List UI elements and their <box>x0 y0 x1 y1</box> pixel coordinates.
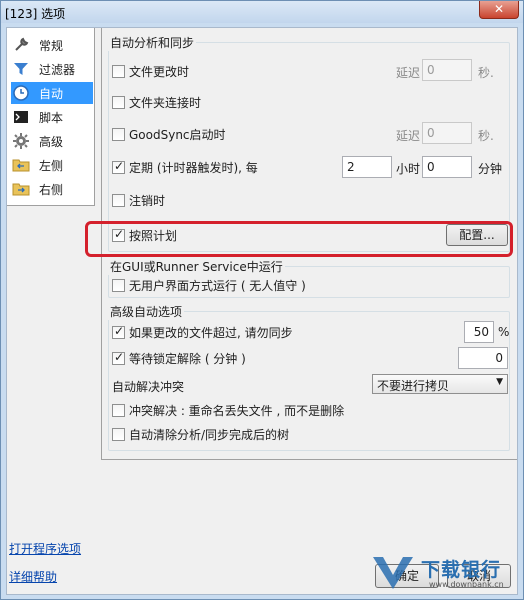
sidebar-item-advanced[interactable]: 高级 <box>11 130 93 152</box>
sidebar-item-auto[interactable]: 自动 <box>11 82 93 104</box>
periodic-hours-input[interactable]: 2 <box>342 156 392 178</box>
file-change-delay-unit: 秒. <box>478 66 494 80</box>
client-area: 常规 过滤器 自动 脚本 高级 左侧 右侧 打开程序选项 详细帮助 自动分析和同… <box>6 27 518 595</box>
changed-files-label: 如果更改的文件超过, 请勿同步 <box>129 325 293 340</box>
highlight-annotation <box>85 221 513 257</box>
wait-lock-checkbox[interactable] <box>112 350 125 365</box>
on-goodsync-start-checkbox[interactable] <box>112 127 125 141</box>
on-logoff-option[interactable]: 注销时 <box>112 189 165 211</box>
watermark-url: www.downbank.cn <box>429 580 504 589</box>
detailed-help-link[interactable]: 详细帮助 <box>9 568 57 585</box>
sidebar-item-label: 右侧 <box>39 182 64 197</box>
sidebar-item-label: 自动 <box>39 86 64 101</box>
changed-files-percent-unit: % <box>498 325 510 339</box>
on-folder-connect-label: 文件夹连接时 <box>129 95 202 110</box>
file-change-delay-label: 延迟 <box>396 66 421 80</box>
on-file-change-checkbox[interactable] <box>112 64 125 78</box>
changed-files-percent-input[interactable]: 50 <box>464 321 494 343</box>
conflict-resolve-label: 自动解决冲突 <box>112 380 185 394</box>
sidebar-item-filters[interactable]: 过滤器 <box>11 58 93 80</box>
sidebar-item-label: 脚本 <box>39 110 64 125</box>
open-program-options-link[interactable]: 打开程序选项 <box>9 540 81 557</box>
folder-right-icon <box>11 180 31 198</box>
sidebar-item-label: 左侧 <box>39 158 64 173</box>
auto-sync-title: 自动分析和同步 <box>108 34 197 51</box>
folder-left-icon <box>11 156 31 174</box>
funnel-icon <box>11 60 31 78</box>
file-change-delay-input[interactable]: 0 <box>422 59 472 81</box>
goodsync-start-delay-label: 延迟 <box>396 129 421 143</box>
close-button[interactable]: ✕ <box>479 1 519 19</box>
auto-clear-option[interactable]: 自动清除分析/同步完成后的树 <box>112 423 289 445</box>
sidebar-item-general[interactable]: 常规 <box>11 34 93 56</box>
on-file-change-label: 文件更改时 <box>129 64 190 79</box>
goodsync-start-delay-input[interactable]: 0 <box>422 122 472 144</box>
wait-lock-label: 等待锁定解除 ( 分钟 ) <box>129 351 246 366</box>
sidebar: 常规 过滤器 自动 脚本 高级 左侧 右侧 <box>7 28 95 206</box>
chevron-down-icon: ▼ <box>496 377 503 387</box>
auto-clear-label: 自动清除分析/同步完成后的树 <box>129 427 290 442</box>
window-title: [123] 选项 <box>5 7 66 21</box>
periodic-minutes-input[interactable]: 0 <box>422 156 472 178</box>
periodic-label: 定期 (计时器触发时), 每 <box>129 160 258 175</box>
sidebar-item-right[interactable]: 右侧 <box>11 178 93 200</box>
options-window: [123] 选项 ✕ 常规 过滤器 自动 脚本 高级 左侧 右侧 打开程序选项 … <box>0 0 524 600</box>
wrench-icon <box>11 36 31 54</box>
unattended-option[interactable]: 无用户界面方式运行 ( 无人值守 ) <box>112 274 306 296</box>
advanced-auto-title: 高级自动选项 <box>108 303 185 320</box>
changed-files-checkbox[interactable] <box>112 324 125 339</box>
on-folder-connect-option[interactable]: 文件夹连接时 <box>112 91 201 113</box>
on-goodsync-start-label: GoodSync启动时 <box>129 127 226 142</box>
unattended-checkbox[interactable] <box>112 278 125 292</box>
on-logoff-checkbox[interactable] <box>112 193 125 207</box>
sidebar-item-label: 过滤器 <box>39 62 76 77</box>
clock-icon <box>11 84 31 102</box>
wait-lock-minutes-input[interactable]: 0 <box>458 347 508 369</box>
sidebar-item-left[interactable]: 左侧 <box>11 154 93 176</box>
goodsync-start-delay-unit: 秒. <box>478 129 494 143</box>
on-file-change-option[interactable]: 文件更改时 <box>112 60 189 82</box>
sidebar-item-script[interactable]: 脚本 <box>11 106 93 128</box>
periodic-checkbox[interactable] <box>112 159 125 174</box>
service-title: 在GUI或Runner Service中运行 <box>108 258 285 275</box>
on-folder-connect-checkbox[interactable] <box>112 95 125 109</box>
periodic-option[interactable]: 定期 (计时器触发时), 每 <box>112 156 258 178</box>
auto-clear-checkbox[interactable] <box>112 427 125 441</box>
periodic-hours-unit: 小时 <box>396 162 421 176</box>
on-logoff-label: 注销时 <box>129 193 166 208</box>
conflict-rename-checkbox[interactable] <box>112 403 125 417</box>
sidebar-item-label: 高级 <box>39 134 64 149</box>
conflict-rename-label: 冲突解决 : 重命名丢失文件 , 而不是删除 <box>129 403 345 418</box>
watermark-logo-icon <box>373 557 413 589</box>
on-goodsync-start-option[interactable]: GoodSync启动时 <box>112 123 226 145</box>
watermark-brand: 下载银行 <box>421 559 502 581</box>
conflict-resolve-value: 不要进行拷贝 <box>377 379 450 393</box>
periodic-minutes-unit: 分钟 <box>478 162 503 176</box>
watermark: 下载银行 www.downbank.cn <box>371 553 523 593</box>
sidebar-item-label: 常规 <box>39 38 64 53</box>
unattended-label: 无用户界面方式运行 ( 无人值守 ) <box>129 278 306 293</box>
wait-lock-option[interactable]: 等待锁定解除 ( 分钟 ) <box>112 347 246 369</box>
changed-files-option[interactable]: 如果更改的文件超过, 请勿同步 <box>112 321 293 343</box>
script-icon <box>11 108 31 126</box>
title-bar: [123] 选项 ✕ <box>1 1 523 23</box>
conflict-resolve-select[interactable]: 不要进行拷贝 ▼ <box>372 374 508 394</box>
conflict-rename-option[interactable]: 冲突解决 : 重命名丢失文件 , 而不是删除 <box>112 399 344 421</box>
gear-icon <box>11 132 31 150</box>
